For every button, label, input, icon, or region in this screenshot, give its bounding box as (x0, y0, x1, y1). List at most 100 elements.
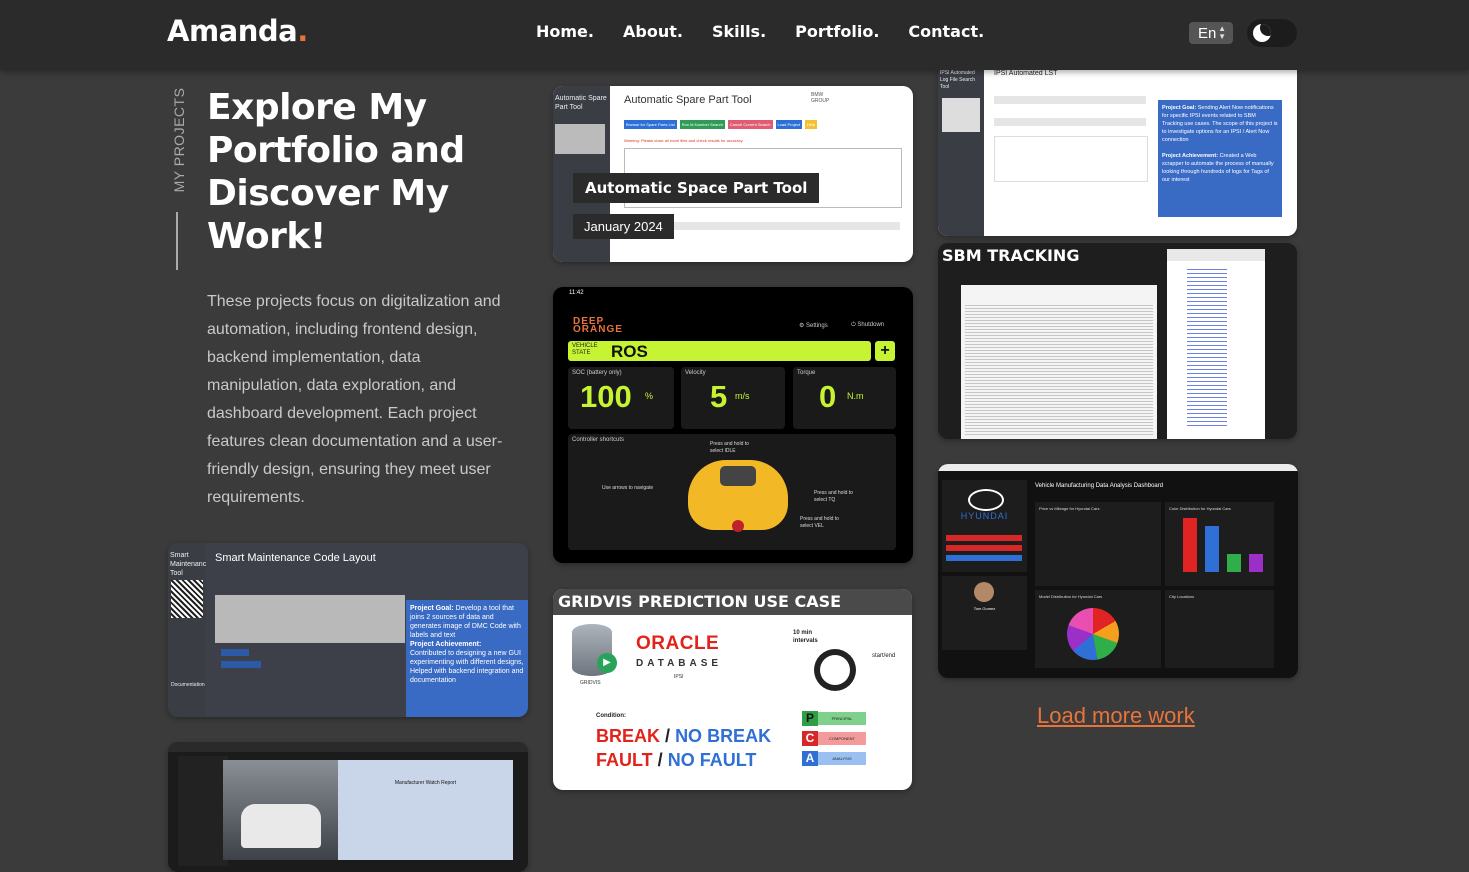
project-info-box: Project Goal: Sending Alert Now notifica… (1158, 100, 1282, 217)
shutdown-button[interactable]: ⏻ Shutdown (851, 322, 884, 329)
section-label: MY PROJECTS (171, 87, 187, 193)
hint-navigate: Use arrows to navigate (602, 485, 654, 491)
gauge-value: 0 (819, 379, 837, 414)
bar-purple (1249, 554, 1263, 572)
gauge-value: 100 (580, 379, 632, 414)
velocity-gauge: Velocity 5 m/s (681, 367, 785, 429)
panel-title: Price vs Mileage for Hyundai Cars (1039, 506, 1100, 511)
soc-gauge: SOC (battery only) 100 % (568, 367, 674, 429)
ipsi-label: IPSI (674, 674, 684, 680)
browse-button[interactable]: Browse for Spare Parts List (624, 120, 677, 129)
terminal-window (961, 285, 1157, 439)
gauge-value: 5 (710, 379, 728, 414)
search-input[interactable] (994, 96, 1146, 104)
controller-graphic (688, 460, 788, 532)
bar-blue (1205, 526, 1219, 572)
filter-button[interactable] (946, 535, 1022, 541)
nav-portfolio-link[interactable]: Portfolio. (795, 22, 879, 41)
user-panel: Tom Gomez (942, 576, 1027, 650)
search-button[interactable]: Run M-Number Search (679, 120, 725, 129)
user-name: Tom Gomez (973, 606, 996, 611)
nav-contact-link[interactable]: Contact. (908, 22, 984, 41)
report-panel: Manufacturer Watch Report (338, 760, 513, 860)
status-time: 11:42 (569, 290, 584, 296)
language-select[interactable]: En ▲ ▼ (1189, 22, 1233, 44)
project-card-sbm-tracking[interactable]: SBM TRACKING (938, 243, 1297, 439)
goal-label: Project Goal: (410, 605, 454, 612)
brand-logo: DEEP ORANGE (573, 316, 623, 335)
intro-text: These projects focus on digitalization a… (207, 293, 503, 506)
logo[interactable]: Amanda. (167, 14, 308, 48)
gauge-label: Torque (797, 370, 816, 376)
torque-gauge: Torque 0 N.m (793, 367, 896, 429)
startend-label: start/end (872, 653, 896, 659)
panel-title: City Locations (1169, 594, 1195, 599)
tool-sidebar: Smart Maintenance Tool Documentation (168, 543, 211, 717)
tool-sidebar-label: Automatic Spare Part Tool (555, 95, 607, 111)
browser-bar (938, 464, 1298, 471)
tool-sidebar-label: Smart Maintenance Tool (170, 552, 211, 577)
scatter-panel: Price vs Mileage for Hyundai Cars (1035, 502, 1161, 586)
vehicle-state-value: ROS (611, 342, 648, 361)
map-panel: City Locations (1165, 590, 1274, 668)
window-titlebar (168, 742, 528, 752)
computer-illustration (942, 98, 980, 132)
panel-label: Controller shortcuts (572, 437, 625, 443)
bar-green (1227, 554, 1241, 572)
nav-skills-link[interactable]: Skills. (712, 22, 766, 41)
controller-screen (720, 466, 756, 486)
card-header: GRIDVIS PREDICTION USE CASE (553, 589, 912, 615)
level-input[interactable] (994, 118, 1146, 126)
achievement-text: Contributed to designing a new GUI exper… (410, 650, 524, 684)
nav-home-link[interactable]: Home. (536, 22, 594, 41)
select-arrows-icon: ▲ ▼ (1218, 24, 1226, 41)
pca-legend: P PRINCIPAL C COMPONENT A ANALYSIS (802, 711, 866, 766)
filter-button[interactable] (946, 545, 1022, 551)
interval-label: 10 min intervals (793, 630, 818, 644)
project-card-hyundai-dashboard[interactable]: HYUNDAI Tom Gomez Vehicle Manufacturing … (938, 464, 1298, 678)
gauge-label: SOC (battery only) (572, 370, 622, 376)
project-card-smart-maintenance[interactable]: Smart Maintenance Tool Documentation Sma… (168, 543, 528, 717)
moon-icon (1253, 24, 1271, 42)
screen-title: Smart Maintenance Code Layout (215, 552, 376, 564)
help-button[interactable]: Help (804, 120, 818, 129)
load-project-button[interactable]: Load Project (775, 120, 802, 129)
brand-logo: BMW GROUP (811, 92, 830, 104)
nav-about-link[interactable]: About. (623, 22, 683, 41)
navbar: Amanda. Home. About. Skills. Portfolio. … (0, 0, 1469, 70)
documentation-link[interactable]: Documentation (171, 681, 205, 690)
criteria-box (994, 136, 1148, 182)
project-card-gridvis[interactable]: GRIDVIS PREDICTION USE CASE ▶ GRIDVIS OR… (553, 589, 912, 790)
warning-text: Warning: Please close all excel files an… (624, 138, 744, 143)
bar-red (1183, 518, 1197, 572)
project-card-spare-part[interactable]: Automatic Spare Part Tool Automatic Spar… (553, 86, 913, 262)
settings-button[interactable]: ⚙ Settings (799, 322, 828, 329)
cancel-button[interactable]: Cancel Current Search (727, 120, 773, 129)
output-button[interactable] (221, 661, 261, 668)
gauge-unit: N.m (847, 391, 864, 401)
model-pie-panel: Model Distribution for Hyundai Cars (1035, 590, 1161, 668)
panel-title: Color Distribution for Hyundai Cars (1169, 506, 1231, 511)
browse-button[interactable] (221, 649, 249, 656)
dmc-code-image (171, 580, 203, 618)
screen-title: Automatic Spare Part Tool (624, 94, 752, 106)
project-card-ros-dashboard[interactable]: 11:42 DEEP ORANGE ⚙ Settings ⏻ Shutdown V… (553, 287, 913, 563)
add-button[interactable]: + (875, 341, 895, 361)
filter-button[interactable] (946, 555, 1022, 561)
condition-text: BREAK / NO BREAK FAULT / NO FAULT (596, 726, 772, 770)
achievement-label: Project Achievement: (410, 641, 482, 648)
card-title: GRIDVIS PREDICTION USE CASE (558, 592, 842, 611)
oracle-logo: ORACLE (636, 633, 720, 654)
load-more-link[interactable]: Load more work (1037, 703, 1195, 729)
gauge-unit: m/s (735, 391, 750, 401)
project-card-ipsi[interactable]: IPSI Automated Log File Search Tool IPSI… (938, 50, 1297, 236)
page-title: Explore My Portfolio and Discover My Wor… (207, 87, 465, 257)
dark-mode-toggle[interactable] (1247, 19, 1297, 47)
project-card-watch-report[interactable]: Manufacturer Watch Report (168, 742, 528, 872)
hint-idle: Press and hold to select IDLE (710, 441, 749, 454)
main-menu: Home. About. Skills. Portfolio. Contact. (536, 22, 1013, 41)
part-image (555, 124, 605, 154)
stopwatch-icon (814, 649, 856, 691)
car-shape (241, 804, 321, 848)
preview-area (215, 595, 405, 643)
